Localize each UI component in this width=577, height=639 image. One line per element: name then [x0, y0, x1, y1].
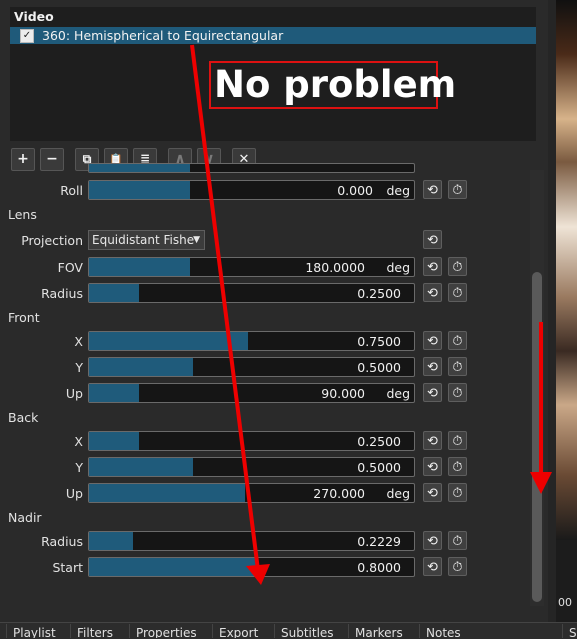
back-up-unit: deg — [386, 486, 410, 501]
front-y-reset-icon[interactable]: ⟲ — [423, 357, 442, 376]
scrollbar-thumb[interactable] — [532, 272, 542, 602]
back-up-slider-fill — [89, 484, 245, 502]
back-up-label: Up — [65, 486, 83, 501]
back-up-slider[interactable]: 270.000 deg — [88, 483, 415, 503]
tab-overflow[interactable]: S — [562, 624, 577, 638]
tab-filters[interactable]: Filters — [70, 624, 119, 638]
nadir-radius-slider-fill — [89, 532, 133, 550]
projection-dropdown[interactable]: Equidistant Fishe ▼ — [88, 230, 205, 250]
front-x-slider[interactable]: 0.7500 — [88, 331, 415, 351]
front-y-value: 0.5000 — [357, 360, 401, 375]
fov-slider[interactable]: 180.0000 deg — [88, 257, 415, 277]
tab-notes[interactable]: Notes — [419, 624, 467, 638]
timeline-area[interactable] — [556, 540, 577, 622]
nadir-start-value: 0.8000 — [357, 560, 401, 575]
tab-properties[interactable]: Properties — [129, 624, 203, 638]
tab-export[interactable]: Export — [212, 624, 264, 638]
front-x-slider-fill — [89, 332, 249, 350]
annotation-text: No problem — [214, 63, 457, 106]
front-up-slider-fill — [89, 384, 140, 402]
front-y-slider-fill — [89, 358, 193, 376]
front-up-keyframe-icon[interactable]: ⏱ — [448, 383, 467, 402]
filter-name: 360: Hemispherical to Equirectangular — [42, 28, 284, 43]
front-section-title: Front — [8, 310, 40, 325]
fov-keyframe-icon[interactable]: ⏱ — [448, 257, 467, 276]
back-y-label: Y — [75, 460, 83, 475]
projection-label: Projection — [21, 233, 83, 248]
fov-slider-fill — [89, 258, 190, 276]
lens-radius-value: 0.2500 — [357, 286, 401, 301]
fov-value: 180.0000 — [305, 260, 365, 275]
remove-filter-button[interactable]: − — [40, 148, 64, 171]
back-x-slider-fill — [89, 432, 140, 450]
projection-value: Equidistant Fishe — [92, 233, 195, 247]
front-up-slider[interactable]: 90.000 deg — [88, 383, 415, 403]
nadir-start-slider[interactable]: 0.8000 — [88, 557, 415, 577]
param-slider-partial[interactable] — [88, 163, 415, 173]
lens-radius-keyframe-icon[interactable]: ⏱ — [448, 283, 467, 302]
nadir-radius-slider[interactable]: 0.2229 — [88, 531, 415, 551]
nadir-start-reset-icon[interactable]: ⟲ — [423, 557, 442, 576]
nadir-start-label: Start — [52, 560, 83, 575]
roll-value: 0.000 — [337, 183, 373, 198]
video-preview — [556, 0, 577, 540]
nadir-start-keyframe-icon[interactable]: ⏱ — [448, 557, 467, 576]
nadir-radius-value: 0.2229 — [357, 534, 401, 549]
tab-markers[interactable]: Markers — [348, 624, 409, 638]
front-up-label: Up — [65, 386, 83, 401]
video-section-header: Video — [14, 9, 54, 24]
nadir-radius-reset-icon[interactable]: ⟲ — [423, 531, 442, 550]
back-up-reset-icon[interactable]: ⟲ — [423, 483, 442, 502]
back-y-value: 0.5000 — [357, 460, 401, 475]
lens-section-title: Lens — [8, 207, 37, 222]
add-filter-button[interactable]: + — [11, 148, 35, 171]
back-up-value: 270.000 — [313, 486, 365, 501]
roll-label: Roll — [60, 183, 83, 198]
nadir-radius-label: Radius — [41, 534, 83, 549]
back-up-keyframe-icon[interactable]: ⏱ — [448, 483, 467, 502]
front-up-unit: deg — [386, 386, 410, 401]
tab-subtitles[interactable]: Subtitles — [274, 624, 340, 638]
back-y-reset-icon[interactable]: ⟲ — [423, 457, 442, 476]
nadir-radius-keyframe-icon[interactable]: ⏱ — [448, 531, 467, 550]
lens-radius-slider-fill — [89, 284, 140, 302]
roll-unit: deg — [386, 183, 410, 198]
back-y-slider[interactable]: 0.5000 — [88, 457, 415, 477]
roll-keyframe-icon[interactable]: ⏱ — [448, 180, 467, 199]
front-up-value: 90.000 — [321, 386, 365, 401]
roll-slider[interactable]: 0.000 deg — [88, 180, 415, 200]
nadir-start-slider-fill — [89, 558, 258, 576]
front-y-keyframe-icon[interactable]: ⏱ — [448, 357, 467, 376]
roll-slider-fill — [89, 181, 190, 199]
back-y-slider-fill — [89, 458, 193, 476]
lens-radius-slider[interactable]: 0.2500 — [88, 283, 415, 303]
front-y-label: Y — [75, 360, 83, 375]
fov-unit: deg — [386, 260, 410, 275]
back-x-reset-icon[interactable]: ⟲ — [423, 431, 442, 450]
panel-splitter[interactable] — [548, 0, 556, 622]
fov-reset-icon[interactable]: ⟲ — [423, 257, 442, 276]
roll-reset-icon[interactable]: ⟲ — [423, 180, 442, 199]
back-x-slider[interactable]: 0.2500 — [88, 431, 415, 451]
back-x-label: X — [74, 434, 83, 449]
nadir-section-title: Nadir — [8, 510, 42, 525]
front-y-slider[interactable]: 0.5000 — [88, 357, 415, 377]
front-x-keyframe-icon[interactable]: ⏱ — [448, 331, 467, 350]
front-up-reset-icon[interactable]: ⟲ — [423, 383, 442, 402]
back-y-keyframe-icon[interactable]: ⏱ — [448, 457, 467, 476]
front-x-value: 0.7500 — [357, 334, 401, 349]
front-x-reset-icon[interactable]: ⟲ — [423, 331, 442, 350]
back-x-value: 0.2500 — [357, 434, 401, 449]
chevron-down-icon: ▼ — [193, 235, 200, 245]
front-x-label: X — [74, 334, 83, 349]
fov-label: FOV — [57, 260, 83, 275]
tab-playlist[interactable]: Playlist — [6, 624, 62, 638]
back-section-title: Back — [8, 410, 39, 425]
lens-radius-label: Radius — [41, 286, 83, 301]
timecode-readout: 00 — [558, 596, 572, 609]
filter-enable-checkbox[interactable]: ✓ — [20, 29, 34, 43]
lens-radius-reset-icon[interactable]: ⟲ — [423, 283, 442, 302]
projection-reset-icon[interactable]: ⟲ — [423, 230, 442, 249]
back-x-keyframe-icon[interactable]: ⏱ — [448, 431, 467, 450]
